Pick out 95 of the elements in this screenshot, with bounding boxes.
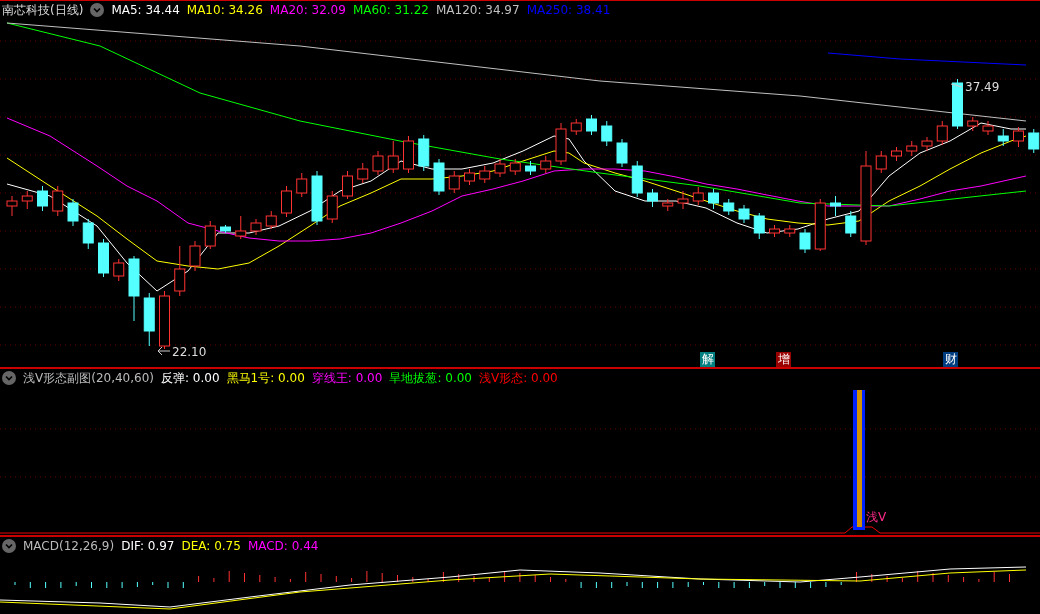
candlestick bbox=[769, 224, 780, 238]
candlestick bbox=[296, 172, 308, 198]
dropdown-icon[interactable] bbox=[2, 371, 16, 385]
candlestick bbox=[311, 170, 323, 226]
candlestick bbox=[677, 190, 689, 210]
candlestick bbox=[326, 190, 338, 224]
candlestick bbox=[433, 158, 445, 196]
candlestick bbox=[936, 120, 948, 146]
candlestick bbox=[662, 198, 674, 212]
candlestick bbox=[997, 128, 1009, 147]
candlestick bbox=[540, 155, 552, 174]
candlestick bbox=[830, 195, 841, 217]
candlestick bbox=[875, 150, 887, 174]
candlestick bbox=[448, 170, 460, 194]
candlestick bbox=[21, 190, 33, 210]
candlestick bbox=[6, 195, 18, 217]
indicator-value: 旱地拔葱: 0.00 bbox=[389, 370, 472, 386]
candlestick bbox=[342, 170, 353, 200]
candlestick bbox=[82, 218, 94, 250]
candlestick bbox=[174, 245, 186, 297]
candlestick bbox=[67, 198, 79, 227]
candlestick bbox=[845, 210, 857, 238]
candlestick bbox=[586, 114, 597, 136]
indicator-value: 黑马1号: 0.00 bbox=[226, 370, 305, 386]
candlestick bbox=[738, 204, 750, 224]
indicator-value: DIF: 0.97 bbox=[121, 538, 175, 554]
candlestick bbox=[784, 224, 796, 238]
candlestick bbox=[220, 224, 231, 234]
candlestick bbox=[570, 118, 582, 136]
candlestick bbox=[494, 158, 506, 178]
indicator-value: 穿线王: 0.00 bbox=[311, 370, 383, 386]
candlestick bbox=[387, 140, 399, 174]
candlestick bbox=[708, 188, 719, 210]
candlestick bbox=[799, 228, 811, 254]
candlestick bbox=[921, 136, 933, 152]
candlestick bbox=[753, 212, 765, 240]
indicator-title: MACD(12,26,9) bbox=[23, 538, 115, 554]
candlestick bbox=[601, 120, 613, 147]
candlestick bbox=[159, 290, 170, 350]
indicator-value: MA10: 34.26 bbox=[186, 2, 263, 18]
candlestick bbox=[357, 162, 369, 184]
candlestick bbox=[250, 218, 262, 236]
candlestick bbox=[525, 160, 536, 176]
candlestick bbox=[1013, 126, 1024, 148]
stock-title: 南芯科技(日线) bbox=[2, 2, 84, 18]
leader-line bbox=[157, 346, 171, 356]
candlestick bbox=[98, 238, 109, 278]
dropdown-icon[interactable] bbox=[2, 539, 16, 553]
indicator-value: DEA: 0.75 bbox=[181, 538, 241, 554]
candlestick bbox=[967, 116, 979, 132]
candlestick bbox=[113, 258, 125, 282]
candlestick bbox=[281, 185, 292, 218]
candlestick bbox=[647, 188, 658, 208]
indicator-value: MA250: 38.41 bbox=[526, 2, 611, 18]
candlestick bbox=[631, 160, 643, 198]
indicator-value: MA5: 34.44 bbox=[111, 2, 180, 18]
candlestick bbox=[555, 122, 567, 166]
candlestick bbox=[814, 198, 826, 252]
candlestick bbox=[982, 120, 994, 136]
indicator-value: 浅V形态: 0.00 bbox=[478, 370, 558, 386]
candlestick bbox=[906, 140, 918, 157]
candlestick bbox=[204, 220, 216, 250]
signal-label: 浅V bbox=[866, 510, 887, 524]
dropdown-icon[interactable] bbox=[90, 3, 105, 17]
candlestick bbox=[891, 146, 902, 162]
candlestick bbox=[479, 165, 491, 184]
indicator-value: 反弹: 0.00 bbox=[161, 370, 220, 386]
candlestick bbox=[616, 138, 628, 168]
candlestick bbox=[372, 150, 384, 176]
indicator-value: MA20: 32.09 bbox=[269, 2, 346, 18]
candlestick bbox=[952, 78, 963, 130]
candlestick bbox=[418, 134, 430, 172]
candlestick bbox=[189, 240, 201, 272]
leader-line bbox=[950, 83, 963, 88]
candlestick bbox=[265, 210, 277, 230]
low-price-label: 22.10 bbox=[172, 345, 207, 359]
indicator-value: MA120: 34.97 bbox=[435, 2, 520, 18]
candlestick bbox=[403, 135, 414, 174]
candlestick bbox=[143, 292, 155, 347]
candlestick bbox=[37, 185, 48, 212]
candlestick bbox=[235, 215, 247, 240]
event-badge[interactable]: 增 bbox=[776, 352, 791, 367]
event-badge[interactable]: 财 bbox=[943, 352, 958, 367]
indicator-value: MA60: 31.22 bbox=[352, 2, 429, 18]
candlestick bbox=[723, 198, 735, 216]
candlestick bbox=[692, 186, 704, 206]
candlestick bbox=[464, 168, 475, 186]
high-price-label: 37.49 bbox=[965, 80, 1000, 94]
candlestick bbox=[1028, 128, 1040, 154]
candlestick bbox=[128, 255, 140, 322]
candlestick bbox=[509, 158, 521, 176]
indicator-value: MACD: 0.44 bbox=[247, 538, 319, 554]
indicator-title: 浅V形态副图(20,40,60) bbox=[23, 370, 154, 386]
event-badge[interactable]: 解 bbox=[700, 352, 715, 367]
candlestick bbox=[52, 185, 64, 217]
